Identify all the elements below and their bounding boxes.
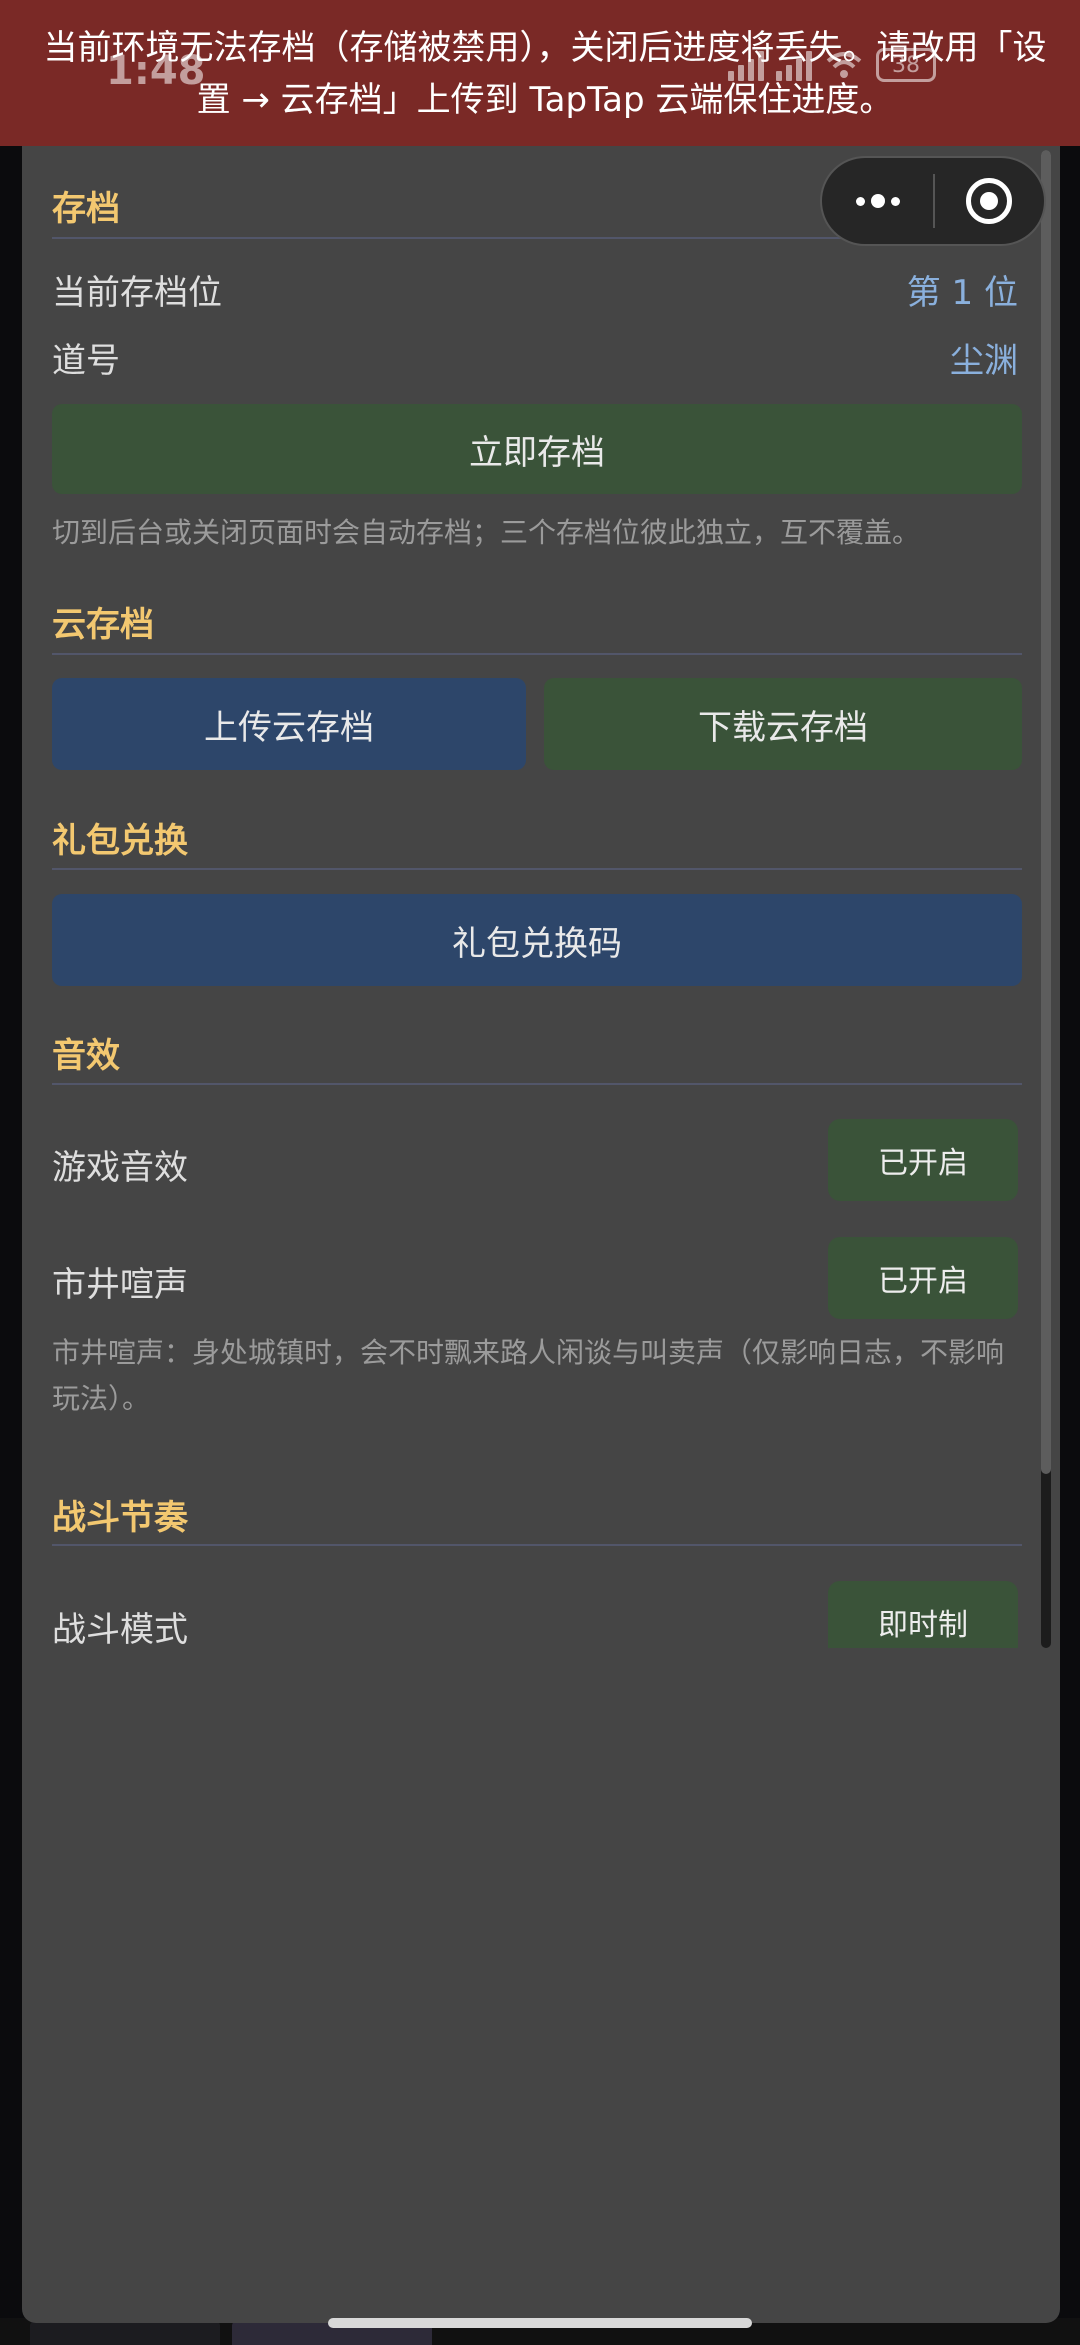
- close-target-icon[interactable]: [935, 158, 1044, 244]
- save-section-title: 存档: [52, 189, 120, 229]
- gift-section-title: 礼包兑换: [52, 821, 188, 861]
- bottom-tab-1[interactable]: [30, 2320, 220, 2345]
- gift-section-divider: [52, 868, 1022, 870]
- save-now-button[interactable]: 立即存档: [52, 404, 1022, 494]
- settings-scroll-area[interactable]: 存档 当前存档位 第 1 位 道号 尘渊 立即存档 切到后台或关闭页面时会自动存…: [22, 140, 1060, 1648]
- storage-warning-text: 当前环境无法存档（存储被禁用），关闭后进度将丢失。请改用「设置 → 云存档」上传…: [43, 28, 1047, 120]
- home-indicator[interactable]: [328, 2318, 752, 2328]
- redeem-code-button[interactable]: 礼包兑换码: [52, 894, 1022, 986]
- save-hint: 切到后台或关闭页面时会自动存档；三个存档位彼此独立，互不覆盖。: [52, 516, 921, 549]
- storage-warning-banner: 1:48 38 当前环境无法存档（存储被禁用），关闭后进度将丢失。请改用「设置 …: [0, 0, 1080, 146]
- save-slot-value: 第 1 位: [906, 273, 1018, 313]
- download-cloud-save-button[interactable]: 下载云存档: [544, 678, 1022, 770]
- battle-mode-button[interactable]: 即时制: [828, 1581, 1018, 1648]
- upload-cloud-save-button[interactable]: 上传云存档: [52, 678, 526, 770]
- game-sound-label: 游戏音效: [52, 1148, 188, 1188]
- game-sound-toggle[interactable]: 已开启: [828, 1119, 1018, 1201]
- street-noise-toggle[interactable]: 已开启: [828, 1237, 1018, 1319]
- name-value: 尘渊: [950, 341, 1018, 381]
- sound-section-title: 音效: [52, 1036, 120, 1076]
- street-noise-hint: 市井喧声：身处城镇时，会不时飘来路人闲谈与叫卖声（仅影响日志，不影响玩法）。: [52, 1336, 1005, 1415]
- battle-section-divider: [52, 1544, 1022, 1546]
- more-dots-icon[interactable]: [822, 158, 933, 244]
- street-noise-label: 市井喧声: [52, 1265, 188, 1305]
- sound-section-divider: [52, 1083, 1022, 1085]
- name-label: 道号: [52, 341, 120, 381]
- miniprogram-capsule: [820, 156, 1046, 246]
- scrollbar[interactable]: [1041, 150, 1051, 1648]
- battle-mode-label: 战斗模式: [52, 1610, 188, 1648]
- cloud-section-title: 云存档: [52, 605, 154, 645]
- scrollbar-thumb[interactable]: [1041, 150, 1051, 1474]
- cloud-section-divider: [52, 653, 1022, 655]
- save-slot-label: 当前存档位: [52, 273, 222, 313]
- settings-panel: 存档 当前存档位 第 1 位 道号 尘渊 立即存档 切到后台或关闭页面时会自动存…: [22, 140, 1060, 2323]
- battle-section-title: 战斗节奏: [52, 1498, 188, 1538]
